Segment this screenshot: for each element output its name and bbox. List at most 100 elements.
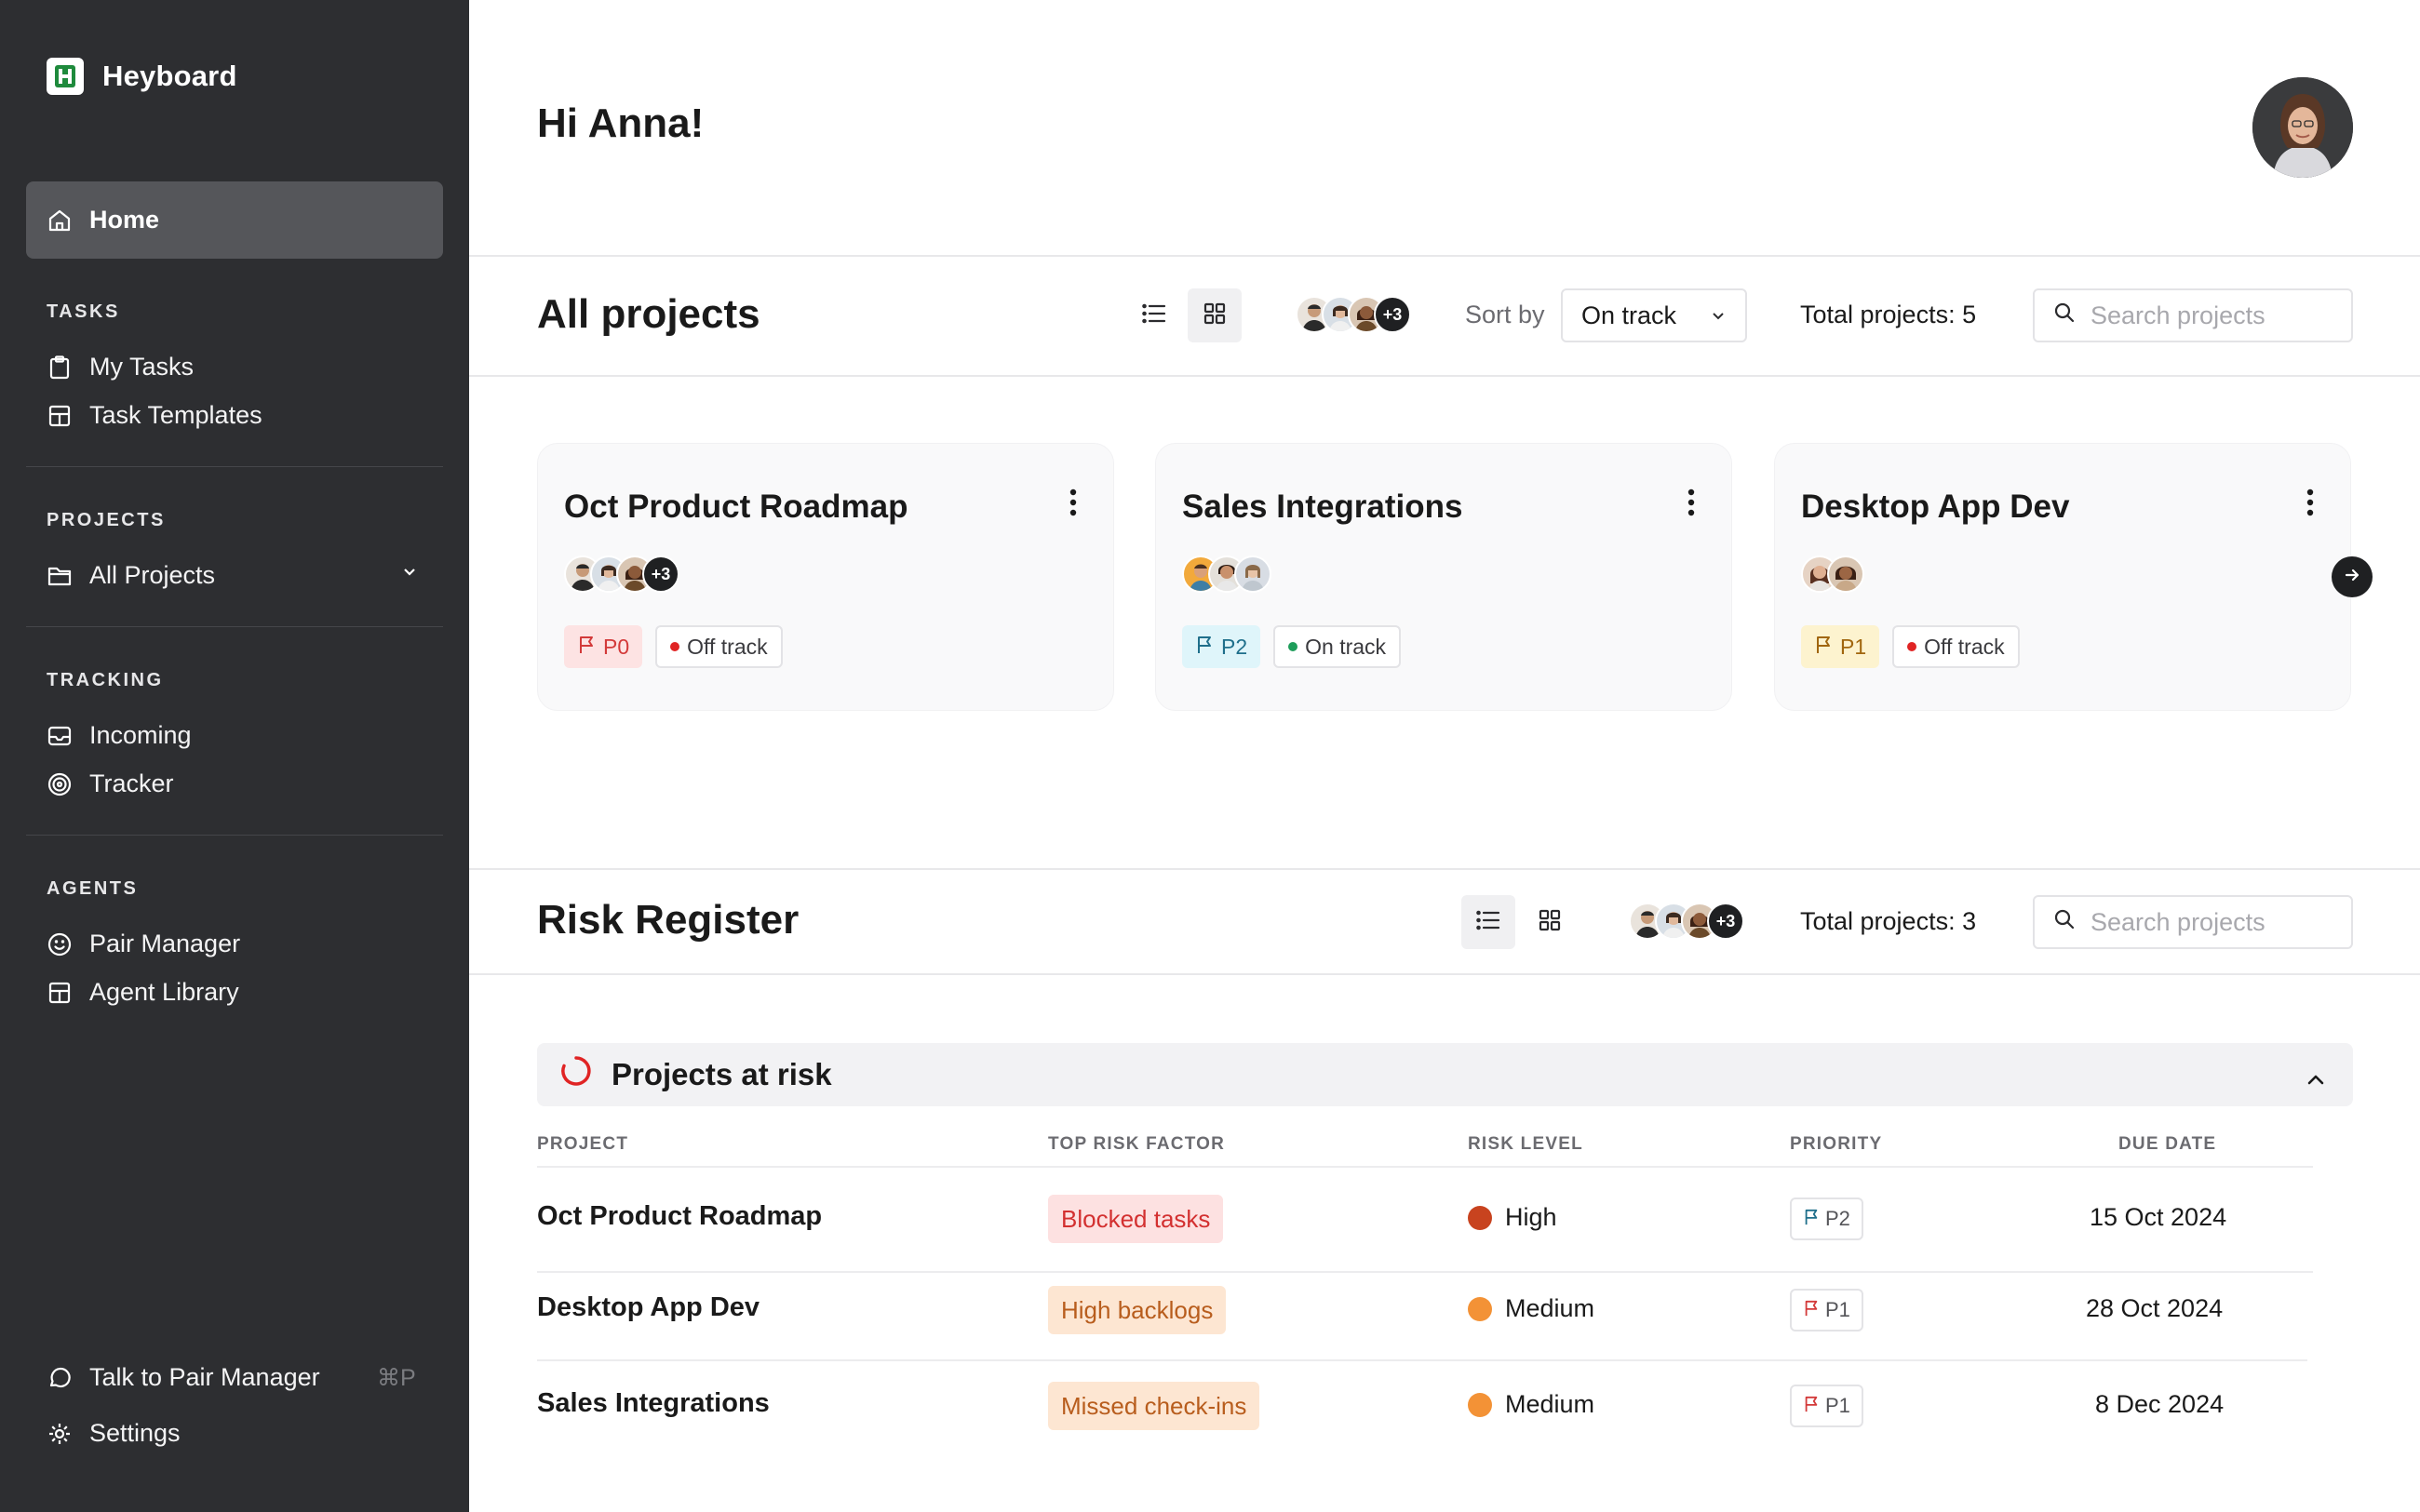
sidebar-item-incoming[interactable]: Incoming bbox=[47, 721, 192, 750]
search-input[interactable]: Search projects bbox=[2033, 288, 2353, 342]
column-header-priority: PRIORITY bbox=[1790, 1134, 1883, 1154]
risk-register-title: Risk Register bbox=[537, 897, 800, 943]
row-due-date: 15 Oct 2024 bbox=[2090, 1203, 2227, 1231]
user-avatar[interactable] bbox=[2252, 77, 2353, 178]
sidebar-item-label: Agent Library bbox=[89, 978, 239, 1006]
divider bbox=[537, 1271, 2313, 1273]
kebab-menu-icon[interactable] bbox=[2306, 488, 2315, 521]
list-view-icon bbox=[1142, 303, 1166, 328]
project-card[interactable]: Sales Integrations P2 On track bbox=[1155, 443, 1732, 711]
kebab-menu-icon[interactable] bbox=[1687, 488, 1696, 521]
row-due-date: 28 Oct 2024 bbox=[2086, 1294, 2224, 1322]
search-placeholder: Search projects bbox=[2091, 301, 2265, 329]
row-due-date: 8 Dec 2024 bbox=[2095, 1390, 2225, 1418]
row-project-name[interactable]: Oct Product Roadmap bbox=[537, 1201, 822, 1232]
grid-view-button[interactable] bbox=[1188, 288, 1242, 342]
sidebar-item-label: My Tasks bbox=[89, 353, 195, 381]
priority-label: P0 bbox=[603, 634, 630, 659]
row-risk-factor: High backlogs bbox=[1048, 1286, 1227, 1334]
search-input[interactable]: Search projects bbox=[2033, 895, 2353, 949]
list-view-button[interactable] bbox=[1127, 288, 1181, 342]
spinner-icon bbox=[559, 1054, 593, 1095]
project-card[interactable]: Desktop App Dev P1 Off track bbox=[1774, 443, 2351, 711]
card-title: Sales Integrations bbox=[1182, 488, 1463, 525]
row-risk-level: High bbox=[1468, 1203, 1557, 1232]
priority-label: P1 bbox=[1840, 634, 1867, 659]
status-dot bbox=[1907, 642, 1917, 651]
divider bbox=[537, 1359, 2307, 1361]
row-risk-level: Medium bbox=[1468, 1294, 1594, 1323]
brand[interactable]: Heyboard bbox=[47, 58, 237, 95]
list-view-icon bbox=[1476, 910, 1500, 935]
section-heading-projects: PROJECTS bbox=[47, 510, 166, 530]
home-icon bbox=[47, 207, 73, 234]
target-icon bbox=[47, 771, 73, 797]
kebab-menu-icon[interactable] bbox=[1069, 488, 1078, 521]
sidebar-item-label: Pair Manager bbox=[89, 930, 241, 957]
sidebar-item-tracker[interactable]: Tracker bbox=[47, 769, 174, 798]
flag-icon bbox=[1814, 635, 1833, 660]
sort-label: Sort by bbox=[1465, 301, 1545, 328]
sidebar-item-label: All Projects bbox=[89, 561, 216, 589]
divider bbox=[26, 626, 443, 627]
section-heading-tracking: TRACKING bbox=[47, 670, 164, 690]
flag-icon bbox=[1803, 1298, 1820, 1322]
divider bbox=[26, 835, 443, 836]
inbox-icon bbox=[47, 723, 73, 749]
risk-level-dot bbox=[1468, 1205, 1492, 1230]
row-project-name[interactable]: Sales Integrations bbox=[537, 1388, 770, 1419]
keyboard-shortcut: ⌘P bbox=[377, 1365, 416, 1391]
avatar bbox=[1827, 555, 1864, 593]
talk-label: Talk to Pair Manager bbox=[89, 1363, 320, 1391]
carousel-next-button[interactable] bbox=[2332, 556, 2373, 597]
risk-level-label: Medium bbox=[1505, 1390, 1595, 1418]
chevron-up-icon[interactable] bbox=[2305, 1064, 2327, 1099]
status-label: Off track bbox=[1924, 634, 2005, 659]
team-avatars[interactable]: +3 bbox=[1296, 296, 1411, 333]
section-heading-tasks: TASKS bbox=[47, 301, 120, 322]
card-avatars bbox=[1801, 555, 1864, 593]
row-risk-factor: Missed check-ins bbox=[1048, 1382, 1260, 1430]
talk-to-pair-manager-button[interactable]: Talk to Pair Manager bbox=[47, 1363, 320, 1392]
grid-view-icon bbox=[1539, 909, 1561, 936]
card-title: Desktop App Dev bbox=[1801, 488, 2070, 525]
column-header-project: PROJECT bbox=[537, 1134, 629, 1154]
chat-icon bbox=[47, 1365, 73, 1391]
list-view-button[interactable] bbox=[1461, 895, 1515, 949]
divider bbox=[26, 466, 443, 467]
priority-badge: P0 bbox=[564, 625, 643, 668]
library-icon bbox=[47, 980, 73, 1006]
divider bbox=[469, 973, 2420, 975]
sidebar-item-task-templates[interactable]: Task Templates bbox=[47, 401, 262, 430]
sort-value: On track bbox=[1581, 301, 1677, 329]
sidebar: Heyboard Home TASKS My Tasks Task Templa… bbox=[0, 0, 469, 1512]
team-avatars[interactable]: +3 bbox=[1629, 903, 1744, 940]
sidebar-item-settings[interactable]: Settings bbox=[47, 1419, 181, 1448]
row-risk-level: Medium bbox=[1468, 1390, 1594, 1419]
app-name: Heyboard bbox=[102, 60, 237, 92]
sidebar-item-pair-manager[interactable]: Pair Manager bbox=[47, 930, 240, 958]
grid-view-button[interactable] bbox=[1523, 895, 1577, 949]
avatar bbox=[1234, 555, 1271, 593]
card-tags: P2 On track bbox=[1182, 625, 1402, 668]
priority-badge: P1 bbox=[1790, 1289, 1863, 1331]
column-header-risk-level: RISK LEVEL bbox=[1468, 1134, 1583, 1154]
project-card[interactable]: Oct Product Roadmap +3 P0 Off track bbox=[537, 443, 1114, 711]
priority-badge: P1 bbox=[1790, 1385, 1863, 1427]
avatar-more-count: +3 bbox=[1707, 903, 1744, 940]
card-avatars: +3 bbox=[564, 555, 679, 593]
sort-select[interactable]: On track bbox=[1561, 288, 1747, 342]
chevron-down-icon[interactable] bbox=[400, 562, 419, 585]
flag-icon bbox=[577, 635, 596, 660]
sidebar-item-all-projects[interactable]: All Projects bbox=[47, 561, 215, 590]
sidebar-item-my-tasks[interactable]: My Tasks bbox=[47, 353, 194, 381]
status-badge: On track bbox=[1273, 625, 1402, 668]
risk-level-label: High bbox=[1505, 1203, 1557, 1231]
total-projects: Total projects: 5 bbox=[1800, 301, 1977, 328]
sidebar-item-home[interactable]: Home bbox=[26, 181, 443, 259]
sidebar-item-agent-library[interactable]: Agent Library bbox=[47, 978, 239, 1007]
row-project-name[interactable]: Desktop App Dev bbox=[537, 1292, 760, 1323]
status-dot bbox=[1288, 642, 1298, 651]
sidebar-item-label: Tracker bbox=[89, 769, 174, 797]
projects-at-risk-header[interactable]: Projects at risk bbox=[537, 1043, 2353, 1106]
